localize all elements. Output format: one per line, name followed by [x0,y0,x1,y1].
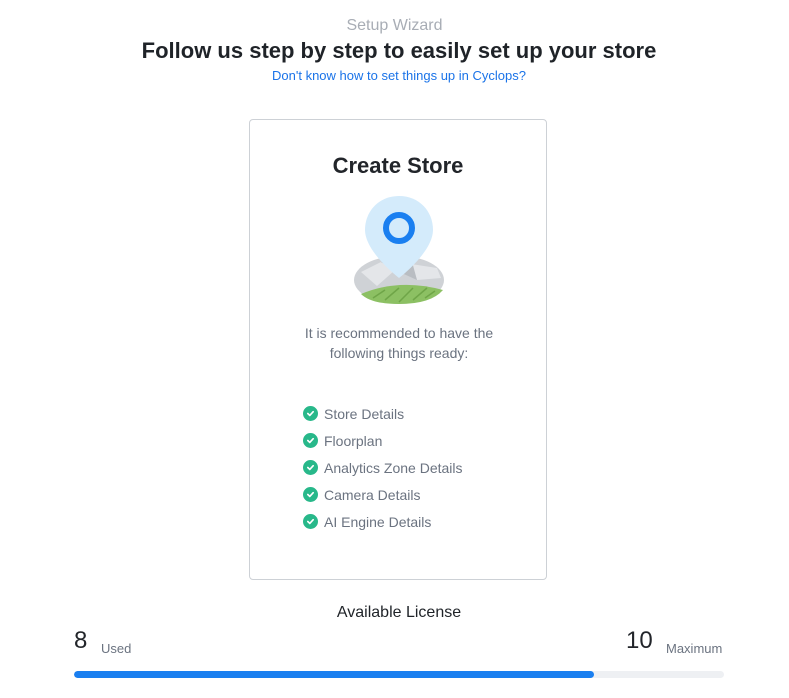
wizard-label: Setup Wizard [346,17,443,34]
card-title: Create Store [332,153,464,178]
create-store-card: Create Store It is recommended to have t… [249,119,547,580]
maximum-count: 10 [626,627,653,654]
list-item-label: AI Engine Details [324,513,432,530]
list-item: Camera Details [303,481,463,508]
list-item: Floorplan [303,427,463,454]
check-circle-icon [303,460,318,475]
list-item-label: Store Details [324,405,405,422]
help-link[interactable]: Don't know how to set things up in Cyclo… [0,68,789,83]
list-item-label: Camera Details [324,486,421,503]
check-circle-icon [303,487,318,502]
used-label: Used [101,641,132,656]
list-item: Store Details [303,400,463,427]
list-item: Analytics Zone Details [303,454,463,481]
used-count: 8 [74,627,88,654]
license-title: Available License [336,604,462,621]
checklist: Store Details Floorplan Analytics Zone D… [303,400,463,535]
map-pin-icon [354,196,444,304]
maximum-label: Maximum [666,641,723,656]
list-item-label: Floorplan [324,432,383,449]
check-circle-icon [303,406,318,421]
recommendation-text: It is recommended to have the following … [304,325,494,361]
page-title: Follow us step by step to easily set up … [141,38,657,63]
check-circle-icon [303,433,318,448]
license-progress-fill [74,671,594,678]
list-item-label: Analytics Zone Details [324,459,463,476]
list-item: AI Engine Details [303,508,463,535]
check-circle-icon [303,514,318,529]
license-progress-bar [74,671,724,678]
